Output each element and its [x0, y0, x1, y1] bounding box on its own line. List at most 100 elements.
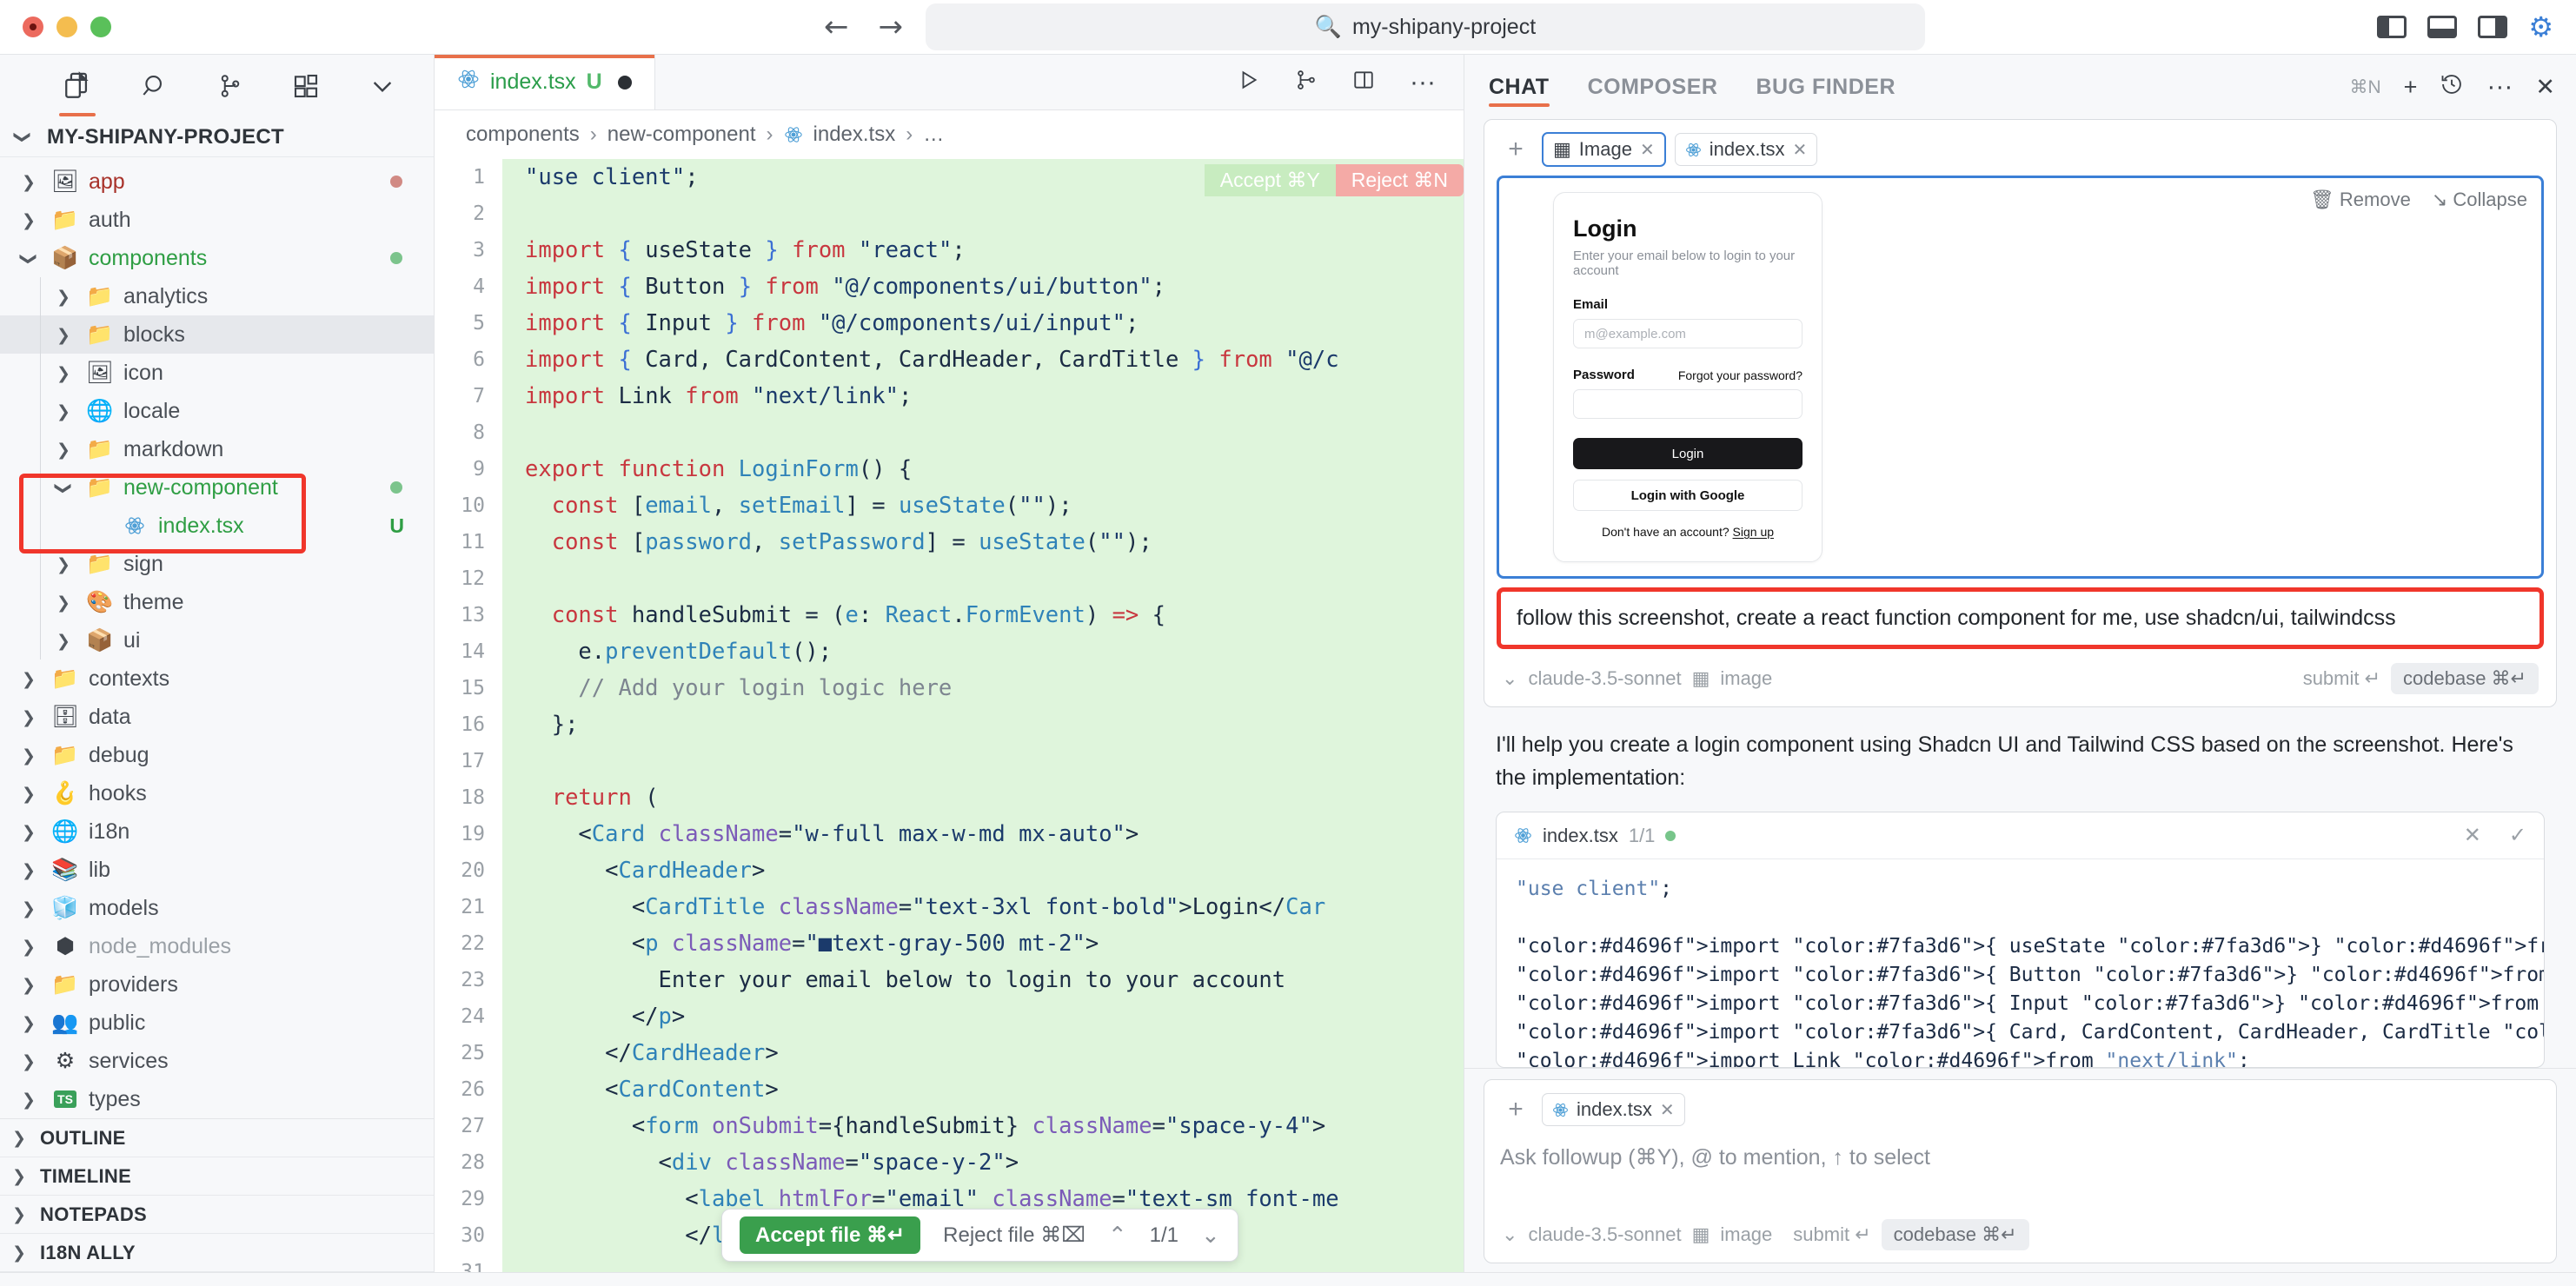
layout-right-icon[interactable] — [2478, 16, 2508, 38]
breadcrumb-new-component[interactable]: new-component — [607, 123, 756, 147]
tree-item-node-modules[interactable]: ⬢ node_modules — [0, 927, 434, 965]
code-editor[interactable]: Accept ⌘Y Reject ⌘N 1 "use client"; 2 3 imp… — [435, 159, 1464, 1272]
model-name[interactable]: claude-3.5-sonnet — [1528, 667, 1681, 690]
tab-index-tsx[interactable]: index.tsx U — [435, 55, 655, 109]
chevron-up-icon[interactable]: ⌃ — [1108, 1222, 1127, 1249]
chevron-right-icon[interactable] — [56, 324, 76, 346]
codebase-button[interactable]: codebase ⌘↵ — [2391, 663, 2539, 694]
reject-file-button[interactable]: Reject file ⌘⌧ — [943, 1223, 1086, 1248]
arrow-left-icon[interactable]: ← — [824, 12, 849, 42]
branch-merge-icon[interactable] — [1295, 69, 1318, 96]
chevron-right-icon[interactable] — [56, 592, 76, 613]
tree-item-components[interactable]: 📦 components — [0, 239, 434, 277]
chevron-down-icon[interactable] — [368, 66, 396, 106]
arrow-right-icon[interactable]: → — [879, 12, 904, 42]
tree-item-models[interactable]: 🧊 models — [0, 889, 434, 927]
sidebar-section-i18n-ally[interactable]: I18N ALLY — [0, 1234, 434, 1272]
layout-bottom-icon[interactable] — [2427, 16, 2458, 38]
sidebar-section-notepads[interactable]: NOTEPADS — [0, 1196, 434, 1234]
chevron-right-icon[interactable] — [56, 554, 76, 575]
breadcrumb-ellipsis[interactable]: … — [923, 123, 944, 147]
close-icon[interactable]: ✕ — [1640, 139, 1655, 161]
tree-item-contexts[interactable]: 📁 contexts — [0, 660, 434, 698]
chip-image[interactable]: ▦ Image ✕ — [1542, 132, 1666, 167]
tab-bug-finder[interactable]: BUG FINDER — [1756, 55, 1895, 119]
sidebar-section-outline[interactable]: OUTLINE — [0, 1119, 434, 1157]
close-icon[interactable]: ✕ — [2535, 74, 2555, 101]
tree-item-app[interactable]: 🖼 app — [0, 162, 434, 201]
check-icon[interactable]: ✓ — [2509, 823, 2526, 848]
chevron-right-icon[interactable] — [22, 1089, 41, 1110]
chevron-right-icon[interactable] — [22, 1051, 41, 1072]
chevron-right-icon[interactable] — [22, 668, 41, 690]
sidebar-section-timeline[interactable]: TIMELINE — [0, 1157, 434, 1196]
gear-icon[interactable]: ⚙ — [2528, 13, 2553, 41]
file-tree[interactable]: 🖼 app 📁 auth 📦 components 📁 analytics 📁 blocks 🖼 ic… — [0, 157, 434, 1118]
plus-icon[interactable]: + — [1498, 1092, 1533, 1127]
attached-image-preview[interactable]: 🗑 Remove ↘ Collapse Login Enter your ema… — [1497, 176, 2544, 579]
chevron-right-icon[interactable] — [22, 1012, 41, 1034]
layout-left-icon[interactable] — [2377, 16, 2407, 38]
chip-index-tsx[interactable]: index.tsx ✕ — [1542, 1093, 1685, 1126]
tree-item-analytics[interactable]: 📁 analytics — [0, 277, 434, 315]
close-icon[interactable]: ✕ — [1793, 139, 1808, 161]
chat-conversation[interactable]: + ▦ Image ✕ index.tsx ✕ 🗑 Remove ↘ Colla… — [1464, 119, 2576, 1068]
chevron-right-icon[interactable] — [22, 859, 41, 881]
chevron-right-icon[interactable] — [22, 171, 41, 193]
explorer-icon[interactable] — [59, 66, 96, 116]
search-icon[interactable] — [141, 66, 169, 106]
remove-image-button[interactable]: 🗑 Remove — [2310, 189, 2411, 211]
tree-item-sign[interactable]: 📁 sign — [0, 545, 434, 583]
chevron-right-icon[interactable] — [56, 439, 76, 461]
chevron-right-icon[interactable] — [22, 783, 41, 805]
chevron-right-icon[interactable] — [22, 209, 41, 231]
codebase-button[interactable]: codebase ⌘↵ — [1881, 1219, 2029, 1250]
minimize-window-button[interactable] — [56, 17, 77, 37]
chevron-down-icon[interactable]: ⌄ — [1502, 667, 1517, 690]
followup-input-card[interactable]: + index.tsx ✕ Ask followup (⌘Y), @ to me… — [1484, 1079, 2557, 1263]
model-name[interactable]: claude-3.5-sonnet — [1528, 1223, 1681, 1246]
close-icon[interactable]: ✕ — [1660, 1099, 1675, 1121]
tree-item-index-tsx[interactable]: index.tsx U — [0, 507, 434, 545]
close-window-button[interactable] — [23, 17, 43, 37]
tree-item-providers[interactable]: 📁 providers — [0, 965, 434, 1004]
more-icon[interactable]: ··· — [2486, 74, 2513, 100]
tree-item-i18n[interactable]: 🌐 i18n — [0, 812, 434, 851]
breadcrumb-components[interactable]: components — [466, 123, 580, 147]
tab-chat[interactable]: CHAT — [1489, 55, 1550, 119]
extensions-icon[interactable] — [292, 66, 320, 106]
split-editor-icon[interactable] — [1352, 69, 1375, 96]
chevron-right-icon[interactable] — [22, 706, 41, 728]
plus-icon[interactable]: + — [1498, 132, 1533, 167]
tree-item-ui[interactable]: 📦 ui — [0, 621, 434, 660]
tree-item-auth[interactable]: 📁 auth — [0, 201, 434, 239]
plus-icon[interactable]: + — [2404, 74, 2418, 101]
chevron-right-icon[interactable] — [22, 898, 41, 919]
tree-item-new-component[interactable]: 📁 new-component — [0, 468, 434, 507]
tree-item-theme[interactable]: 🎨 theme — [0, 583, 434, 621]
chip-index-tsx[interactable]: index.tsx ✕ — [1674, 133, 1818, 166]
tab-composer[interactable]: COMPOSER — [1588, 55, 1718, 119]
tree-item-blocks[interactable]: 📁 blocks — [0, 315, 434, 354]
chevron-down-icon[interactable]: ⌄ — [1502, 1223, 1517, 1246]
breadcrumb[interactable]: components › new-component › index.tsx ›… — [435, 110, 1464, 159]
chevron-down-icon[interactable]: ⌄ — [1201, 1222, 1220, 1249]
project-root-header[interactable]: MY-SHIPANY-PROJECT — [0, 117, 434, 157]
chevron-right-icon[interactable] — [56, 362, 76, 384]
codeblock-filename[interactable]: index.tsx — [1543, 825, 1618, 847]
chevron-right-icon[interactable] — [22, 745, 41, 766]
accept-hunk-button[interactable]: Accept ⌘Y — [1204, 164, 1336, 196]
close-icon[interactable]: ✕ — [2464, 823, 2481, 848]
tree-item-data[interactable]: 🗄 data — [0, 698, 434, 736]
history-icon[interactable] — [2440, 72, 2464, 103]
submit-button[interactable]: submit ↵ — [2303, 667, 2380, 690]
tree-item-markdown[interactable]: 📁 markdown — [0, 430, 434, 468]
run-icon[interactable] — [1238, 69, 1260, 96]
submit-button[interactable]: submit ↵ — [1793, 1223, 1870, 1246]
breadcrumb-file[interactable]: index.tsx — [813, 123, 896, 147]
chevron-right-icon[interactable] — [56, 286, 76, 308]
followup-placeholder[interactable]: Ask followup (⌘Y), @ to mention, ↑ to se… — [1484, 1136, 2556, 1210]
chevron-right-icon[interactable] — [56, 630, 76, 652]
reject-hunk-button[interactable]: Reject ⌘N — [1335, 164, 1464, 196]
chevron-right-icon[interactable] — [56, 401, 76, 422]
